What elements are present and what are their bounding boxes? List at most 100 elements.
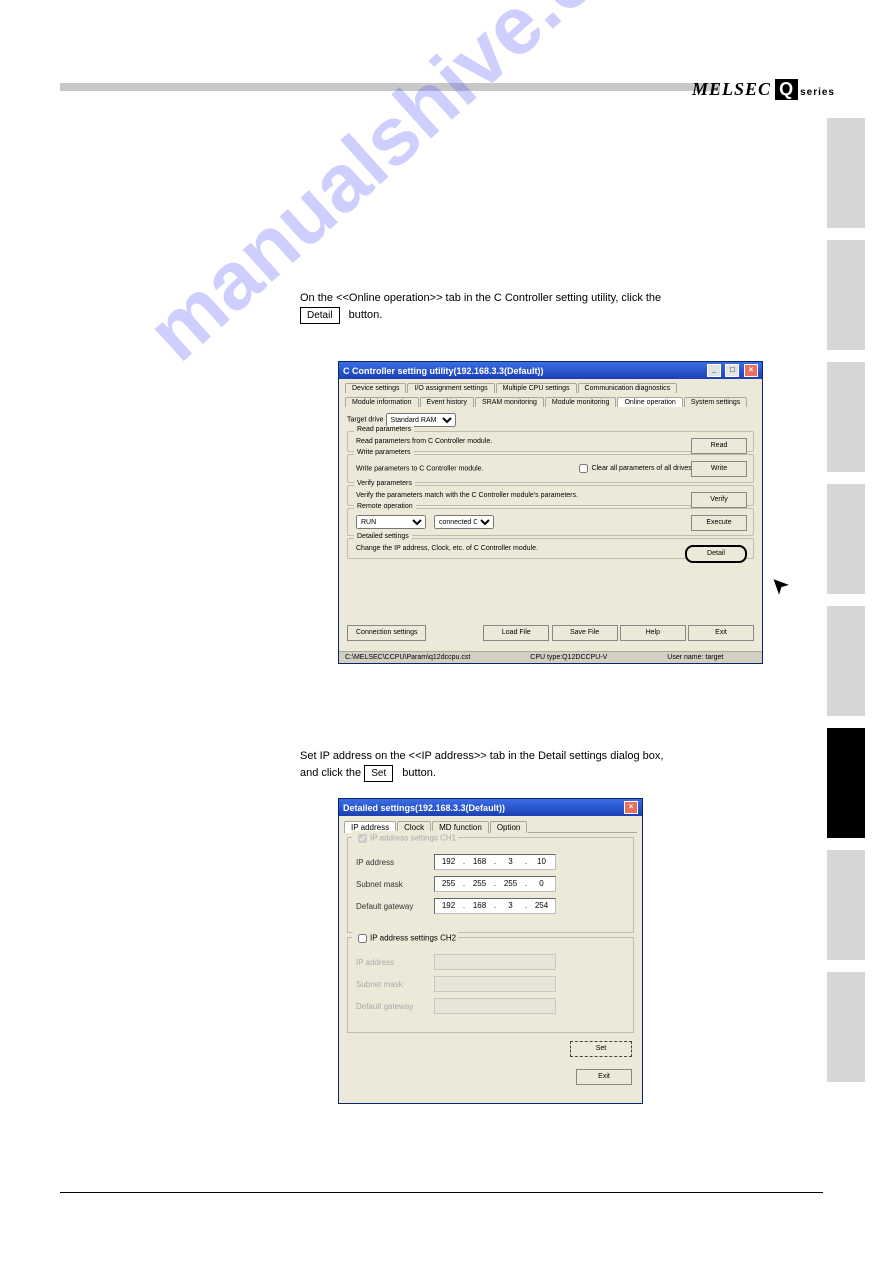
set-button[interactable]: Set — [570, 1041, 632, 1057]
detail-desc: Change the IP address, Clock, etc. of C … — [356, 545, 538, 552]
ch1-mask-label: Subnet mask — [356, 880, 434, 889]
help-button[interactable]: Help — [620, 625, 686, 641]
read-group-legend: Read parameters — [354, 426, 414, 433]
ch2-mask-label: Subnet mask — [356, 980, 434, 989]
ch1-ip-field[interactable]: 192.168.3.10 — [434, 854, 556, 870]
callout-arrow-icon: ➤ — [764, 569, 795, 600]
ch2-ip-label: IP address — [356, 958, 434, 967]
write-button[interactable]: Write — [691, 461, 747, 477]
step-top-tail: button. — [349, 309, 383, 321]
ch1-gw-row: Default gateway 192.168.3.254 — [356, 898, 625, 914]
close-icon[interactable]: × — [744, 364, 758, 377]
tab-option[interactable]: Option — [490, 821, 528, 833]
step-mid-tail: button. — [402, 767, 436, 779]
read-button[interactable]: Read — [691, 438, 747, 454]
ch1-gw-field[interactable]: 192.168.3.254 — [434, 898, 556, 914]
brand-logo: MELSECQseries — [692, 79, 835, 100]
ch2-gw-row: Default gateway — [356, 998, 625, 1014]
remote-mode-select[interactable]: RUN — [356, 515, 426, 529]
side-tab-3[interactable] — [827, 362, 865, 472]
target-drive-row: Target drive Standard RAM — [347, 413, 754, 427]
tabs-row-1: Device settings I/O assignment settings … — [345, 383, 756, 393]
ch1-mask-field[interactable]: 255.255.255.0 — [434, 876, 556, 892]
step-mid-text: Set IP address on the <<IP address>> tab… — [300, 748, 663, 782]
detailed-settings-group: Detailed settings Change the IP address,… — [347, 538, 754, 559]
tab-module-info[interactable]: Module information — [345, 397, 419, 407]
tab-io-assignment[interactable]: I/O assignment settings — [407, 383, 494, 393]
minimize-icon[interactable]: _ — [707, 364, 721, 377]
ch2-gw-field — [434, 998, 556, 1014]
tab-event-history[interactable]: Event history — [420, 397, 474, 407]
ip-ch2-group: IP address settings CH2 IP address Subne… — [347, 937, 634, 1033]
connection-settings-button[interactable]: Connection settings — [347, 625, 426, 641]
maximize-icon[interactable]: □ — [725, 364, 739, 377]
page-footer-rule — [60, 1192, 823, 1193]
header-gray-bar — [60, 83, 720, 91]
side-chapter-tabs — [827, 118, 865, 1094]
target-drive-select[interactable]: Standard RAM — [386, 413, 456, 427]
titlebar-buttons-win2: × — [622, 801, 638, 814]
tab-sram-monitoring[interactable]: SRAM monitoring — [475, 397, 544, 407]
ch1-checkbox — [358, 834, 367, 843]
verify-group-legend: Verify parameters — [354, 480, 415, 487]
ch2-checkbox[interactable] — [358, 934, 367, 943]
close-icon-win2[interactable]: × — [624, 801, 638, 814]
c-controller-setting-utility-window: C Controller setting utility(192.168.3.3… — [338, 361, 763, 664]
tab-module-monitoring[interactable]: Module monitoring — [545, 397, 617, 407]
execute-button[interactable]: Execute — [691, 515, 747, 531]
exit-button[interactable]: Exit — [688, 625, 754, 641]
title-win1: C Controller setting utility(192.168.3.3… — [343, 366, 544, 376]
titlebar-win2: Detailed settings(192.168.3.3(Default)) … — [339, 799, 642, 816]
brand-series: series — [800, 87, 835, 98]
side-tab-8[interactable] — [827, 972, 865, 1082]
tabs-row-2: Module information Event history SRAM mo… — [345, 397, 756, 407]
status-path: C:\MELSEC\CCPU\Param\q12dccpu.cst — [345, 654, 470, 661]
ch2-legend: IP address settings CH2 — [352, 931, 458, 946]
side-tab-2[interactable] — [827, 240, 865, 350]
ch2-ip-row: IP address — [356, 954, 625, 970]
ch2-ip-field — [434, 954, 556, 970]
tab-comm-diag[interactable]: Communication diagnostics — [578, 383, 678, 393]
side-tab-1[interactable] — [827, 118, 865, 228]
ip-ch1-group: IP address settings CH1 IP address 192.1… — [347, 837, 634, 933]
status-user: User name: target — [667, 654, 723, 661]
tab-online-operation[interactable]: Online operation — [617, 397, 682, 407]
detailed-settings-dialog: Detailed settings(192.168.3.3(Default)) … — [338, 798, 643, 1104]
ch1-legend: IP address settings CH1 — [352, 831, 458, 846]
status-bar: C:\MELSEC\CCPU\Param\q12dccpu.cst CPU ty… — [339, 651, 762, 663]
clear-all-checkbox[interactable] — [579, 464, 588, 473]
side-tab-7[interactable] — [827, 850, 865, 960]
tab-device-settings[interactable]: Device settings — [345, 383, 406, 393]
titlebar-buttons: _ □ × — [705, 364, 758, 377]
detail-button-ref: Detail — [300, 307, 340, 324]
title-win2: Detailed settings(192.168.3.3(Default)) — [343, 803, 505, 813]
detail-button[interactable]: Detail — [685, 545, 747, 563]
remote-operation-group: Remote operation RUN connected CPU Execu… — [347, 508, 754, 536]
brand-q-box: Q — [775, 79, 798, 100]
status-cpu: CPU type:Q12DCCPU-V — [530, 654, 607, 661]
tab-multiple-cpu[interactable]: Multiple CPU settings — [496, 383, 577, 393]
titlebar-win1: C Controller setting utility(192.168.3.3… — [339, 362, 762, 379]
bottom-button-bar: Connection settings Load File Save File … — [339, 621, 762, 645]
save-file-button[interactable]: Save File — [552, 625, 618, 641]
ch1-gw-label: Default gateway — [356, 902, 434, 911]
ch2-gw-label: Default gateway — [356, 1002, 434, 1011]
exit-button-row: Exit — [339, 1069, 632, 1085]
remote-cpu-select[interactable]: connected CPU — [434, 515, 494, 529]
write-desc: Write parameters to C Controller module. — [356, 465, 483, 472]
side-tab-4[interactable] — [827, 484, 865, 594]
load-file-button[interactable]: Load File — [483, 625, 549, 641]
exit-button-win2[interactable]: Exit — [576, 1069, 632, 1085]
step-mid-line1: Set IP address on the <<IP address>> tab… — [300, 750, 663, 762]
side-tab-5[interactable] — [827, 606, 865, 716]
remote-group-legend: Remote operation — [354, 503, 416, 510]
ch2-mask-row: Subnet mask — [356, 976, 625, 992]
ch1-ip-label: IP address — [356, 858, 434, 867]
step-mid-line2: and click the — [300, 767, 361, 779]
side-tab-6-active[interactable] — [827, 728, 865, 838]
set-button-ref: Set — [364, 765, 393, 782]
verify-button[interactable]: Verify — [691, 492, 747, 508]
set-button-row: Set — [339, 1041, 632, 1057]
ch1-mask-row: Subnet mask 255.255.255.0 — [356, 876, 625, 892]
tab-system-settings[interactable]: System settings — [684, 397, 747, 407]
